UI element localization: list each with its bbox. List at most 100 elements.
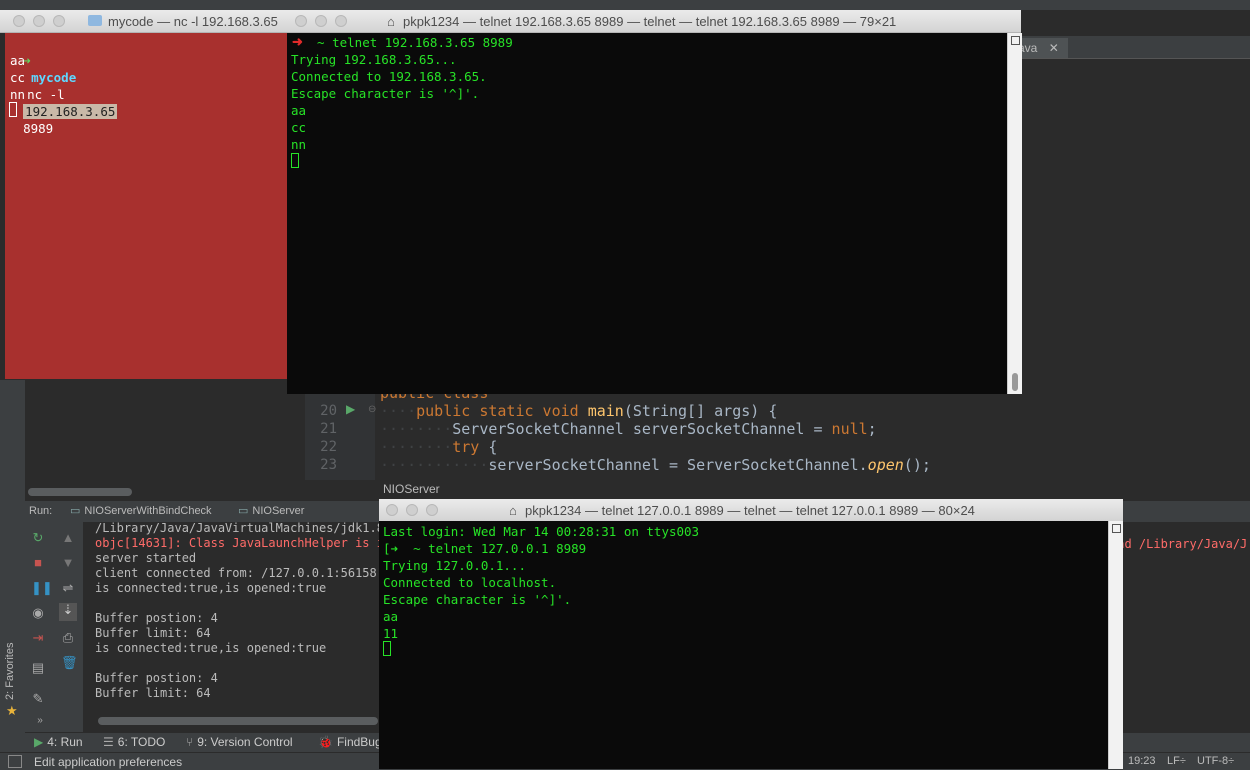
telnet-remote-titlebar[interactable]: ⌂ pkpk1234 — telnet 192.168.3.65 8989 — … — [287, 10, 1021, 33]
nc-output-line: aa — [10, 53, 26, 68]
minimize-window-icon[interactable] — [406, 504, 418, 516]
telnet-local-line: Connected to localhost. — [383, 575, 557, 590]
telnet-local-scrollbar[interactable] — [1108, 521, 1123, 769]
run-tab-label: NIOServerWithBindCheck — [84, 505, 212, 517]
status-position[interactable]: 19:23 — [1128, 755, 1156, 767]
code-token: null — [831, 420, 868, 438]
scrollbar-thumb[interactable] — [1012, 373, 1018, 391]
console-line: is connected:true,is opened:true — [95, 581, 327, 595]
fold-icon[interactable]: ⊖ — [368, 404, 376, 415]
bottom-tab-2[interactable]: ⑂ 9: Version Control — [186, 735, 293, 749]
status-line-ending[interactable]: LF÷ — [1167, 755, 1186, 767]
telnet-local-line: Last login: Wed Mar 14 00:28:31 on ttys0… — [383, 524, 700, 539]
close-icon[interactable]: ✕ — [1049, 41, 1059, 55]
code-indent: ···· — [380, 402, 417, 420]
console-line-overflow: and /Library/Java/J — [1110, 537, 1248, 551]
more-icon[interactable]: » — [33, 714, 47, 728]
telnet-local-line: aa — [383, 609, 399, 624]
telnet-remote-scrollbar[interactable] — [1007, 33, 1022, 394]
exit-icon[interactable]: ⇥ — [31, 631, 45, 645]
code-token: try — [452, 438, 480, 456]
code-token: serverSocketChannel = ServerSocketChanne… — [488, 456, 868, 474]
telnet-remote-cursor — [291, 153, 299, 168]
down-arrow-icon[interactable]: ▼ — [61, 556, 75, 570]
close-window-icon[interactable] — [386, 504, 398, 516]
code-token: ServerSocketChannel serverSocketChannel … — [452, 420, 832, 438]
bottom-tab-1[interactable]: ☰ 6: TODO — [103, 735, 165, 749]
up-arrow-icon[interactable]: ▲ — [61, 531, 75, 545]
bottom-tab-icon: 🐞 — [318, 735, 333, 749]
console-line: /Library/Java/JavaVirtualMachines/jdk1.8 — [95, 521, 384, 535]
line-number: 20 — [320, 403, 337, 419]
nioserver-breadcrumb: NIOServer — [383, 482, 440, 496]
console-icon: ▭ — [70, 505, 81, 517]
telnet-remote-line: Escape character is '^]'. — [291, 86, 480, 101]
code-token: main — [587, 402, 624, 420]
zoom-window-icon[interactable] — [335, 15, 347, 27]
telnet-local-line: Trying 127.0.0.1... — [383, 558, 526, 573]
bottom-tab-label: 6: TODO — [117, 735, 166, 749]
rerun-icon[interactable]: ↻ — [31, 531, 45, 545]
console-line: client connected from: /127.0.0.1:56158 — [95, 566, 377, 580]
bottom-tab-label: 9: Version Control — [197, 735, 293, 749]
console-line: Buffer postion: 4 — [95, 611, 218, 625]
status-encoding[interactable]: UTF-8÷ — [1197, 755, 1234, 767]
run-label: Run: — [29, 505, 53, 517]
line-number: 21 — [320, 421, 337, 437]
prompt-directory: mycode — [31, 70, 77, 85]
run-tab-label: NIOServer — [252, 505, 305, 517]
telnet-remote-line: aa — [291, 103, 307, 118]
minimize-window-icon[interactable] — [33, 15, 45, 27]
telnet-local-titlebar[interactable]: ⌂ pkpk1234 — telnet 127.0.0.1 8989 — tel… — [379, 499, 1123, 522]
print-icon[interactable]: ⎙ — [61, 631, 75, 645]
code-line: ····public static void main(String[] arg… — [380, 402, 777, 420]
close-window-icon[interactable] — [295, 15, 307, 27]
bottom-tab-3[interactable]: 🐞 FindBugs — [318, 735, 388, 749]
code-token: ; — [867, 420, 877, 438]
telnet-remote-line: ~ telnet 192.168.3.65 8989 — [302, 35, 513, 50]
telnet-local-title: pkpk1234 — telnet 127.0.0.1 8989 — telne… — [525, 503, 975, 518]
trash-icon[interactable]: 🗑 — [61, 656, 78, 670]
console-line: objc[14631]: Class JavaLaunchHelper is i… — [95, 536, 392, 550]
telnet-remote-line: Trying 192.168.3.65... — [291, 52, 457, 67]
pause-icon[interactable]: ❚❚ — [31, 581, 53, 595]
scroll-to-end-icon[interactable]: ⇣ — [59, 603, 77, 621]
bottom-tab-icon: ⑂ — [186, 735, 194, 749]
code-token: { — [479, 438, 498, 456]
code-indent: ············ — [380, 456, 489, 474]
layout-icon[interactable]: ▤ — [31, 661, 45, 675]
home-icon: ⌂ — [509, 503, 517, 518]
console-scrollbar[interactable] — [98, 717, 378, 725]
line-number: 23 — [320, 457, 337, 473]
soft-wrap-icon[interactable]: ⇌ — [61, 581, 75, 595]
nc-host: 192.168.3.65 — [23, 104, 118, 119]
nc-port: 8989 — [23, 121, 54, 136]
nc-terminal-titlebar[interactable]: mycode — nc -l 192.168.3.65 — [0, 10, 290, 33]
telnet-local-line: [➜ ~ telnet 127.0.0.1 8989 — [383, 541, 587, 556]
zoom-window-icon[interactable] — [426, 504, 438, 516]
code-indent: ········ — [380, 438, 453, 456]
run-tab-nioserver[interactable]: ▭ NIOServer — [238, 504, 304, 517]
console-line: Buffer postion: 4 — [95, 671, 218, 685]
status-toggle-icon[interactable] — [8, 755, 22, 768]
ide-horizontal-scrollbar[interactable] — [28, 488, 132, 496]
minimize-window-icon[interactable] — [315, 15, 327, 27]
telnet-remote-title: pkpk1234 — telnet 192.168.3.65 8989 — te… — [403, 14, 897, 29]
code-token: public static void — [416, 402, 588, 420]
run-tab-niosbc[interactable]: ▭ NIOServerWithBindCheck — [70, 504, 212, 517]
code-line: ········ServerSocketChannel serverSocket… — [380, 420, 877, 438]
run-gutter-icon[interactable]: ▶ — [346, 402, 355, 416]
nc-cursor — [9, 102, 17, 117]
bottom-tab-0[interactable]: ▶ 4: Run — [34, 735, 83, 749]
zoom-window-icon[interactable] — [53, 15, 65, 27]
console-line: server started — [95, 551, 197, 565]
favorites-star-icon[interactable]: ★ — [6, 703, 18, 719]
close-window-icon[interactable] — [13, 15, 25, 27]
stop-icon[interactable]: ■ — [31, 556, 45, 570]
console-icon: ▭ — [238, 505, 249, 517]
nc-output-line: cc — [10, 70, 26, 85]
favorites-tab[interactable]: 2: Favorites — [4, 643, 16, 700]
pin-icon[interactable]: ✎ — [31, 692, 45, 706]
code-indent: ········ — [380, 420, 453, 438]
camera-icon[interactable]: ◉ — [31, 606, 45, 620]
